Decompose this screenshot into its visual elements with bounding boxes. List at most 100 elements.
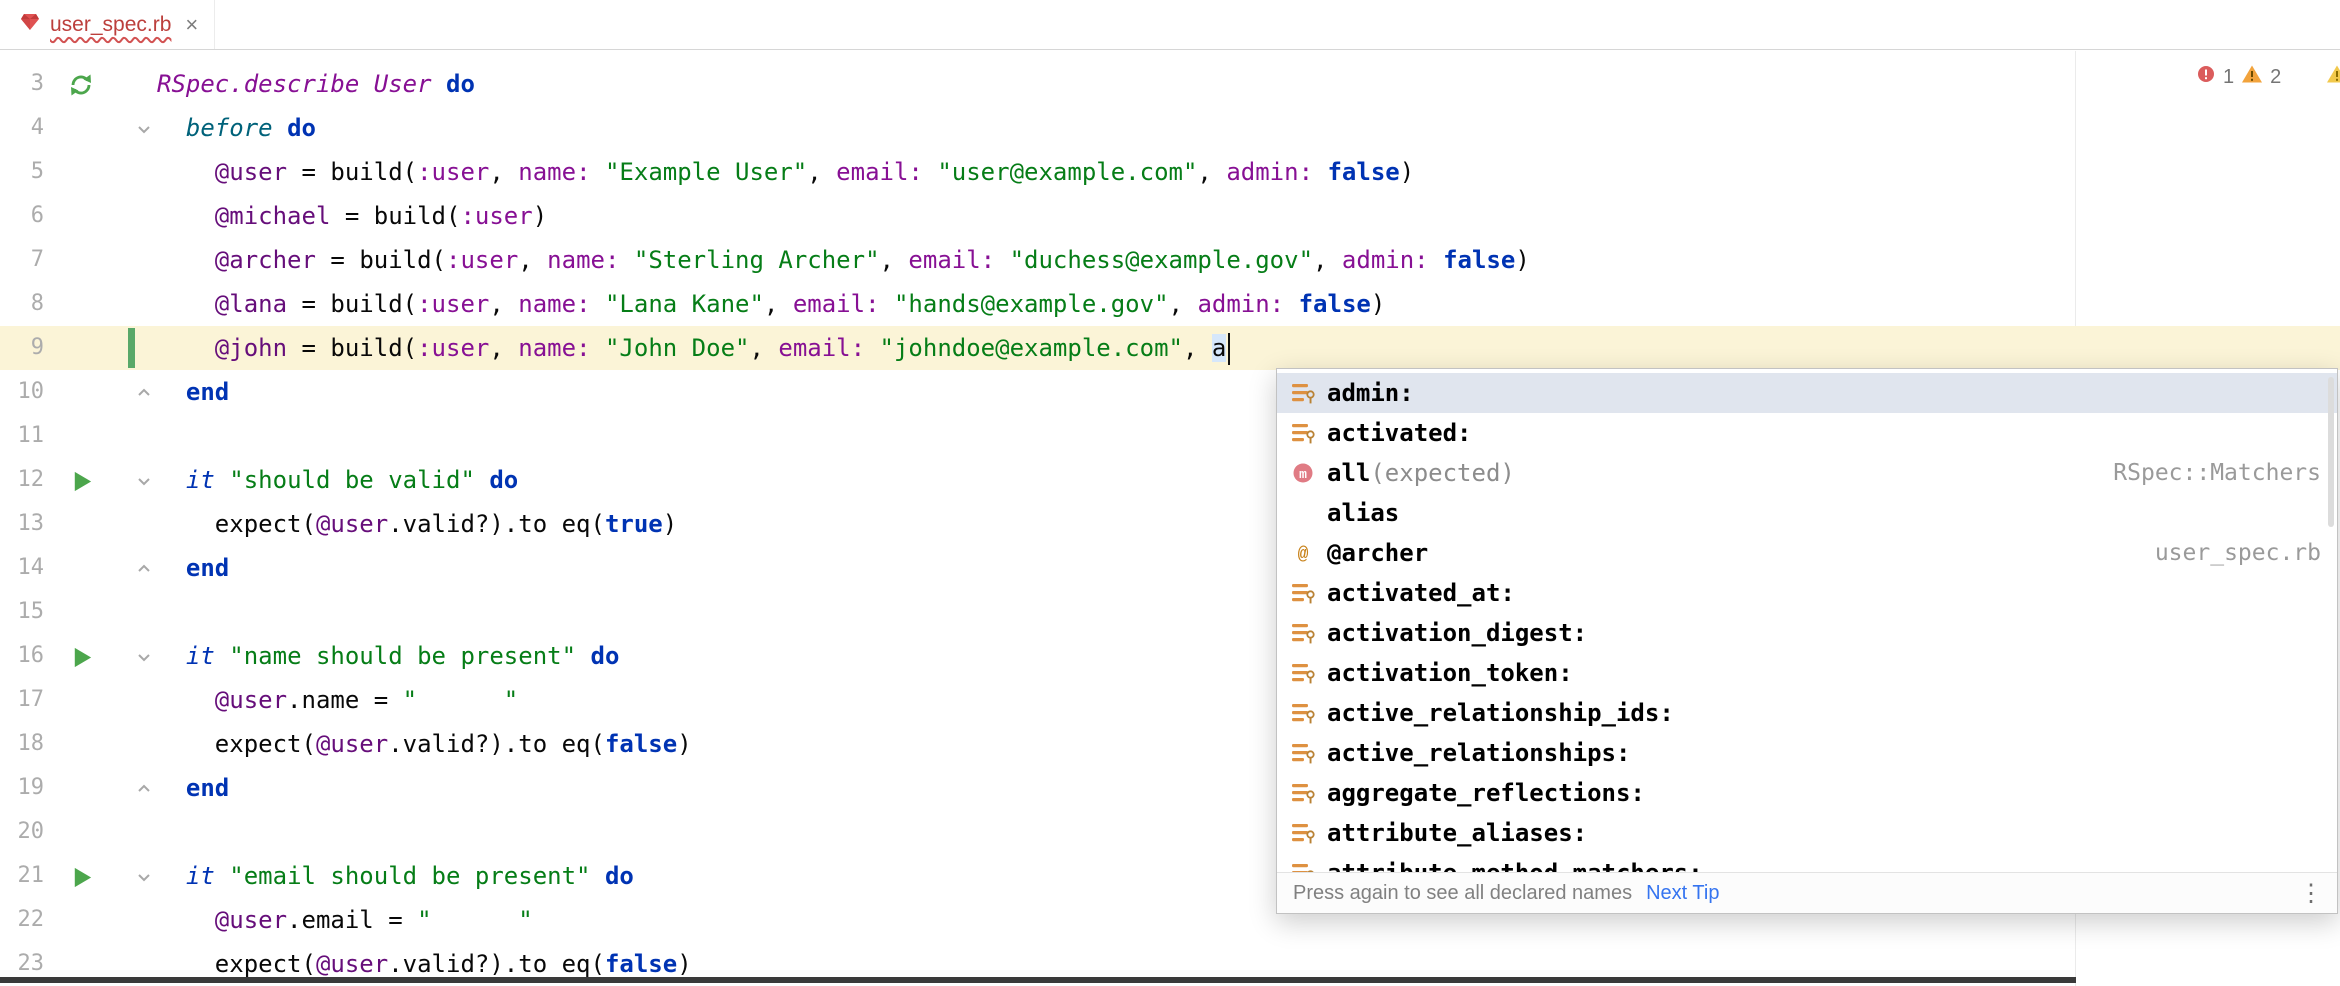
parameter-icon [1287, 580, 1319, 606]
code-line-8[interactable]: 8 @lana = build(:user, name: "Lana Kane"… [0, 282, 2340, 326]
next-tip-link[interactable]: Next Tip [1646, 882, 1719, 905]
inspections-widget[interactable]: 1 2 [2196, 64, 2281, 90]
code-text: end [157, 546, 229, 590]
tab-user-spec[interactable]: user_spec.rb × [0, 0, 215, 49]
code-text: expect(@user.valid?).to eq(true) [157, 502, 677, 546]
code-text: @lana = build(:user, name: "Lana Kane", … [157, 282, 1385, 326]
completion-item-activation_digest[interactable]: activation_digest: [1277, 613, 2337, 653]
completion-item-admin[interactable]: admin: [1277, 373, 2337, 413]
completion-item-activated[interactable]: activated: [1277, 413, 2337, 453]
fold-marker-icon[interactable] [131, 458, 157, 502]
line-number[interactable]: 14 [0, 546, 44, 590]
completion-item-all[interactable]: mall(expected)RSpec::Matchers [1277, 453, 2337, 493]
warning-icon [2241, 64, 2263, 90]
fold-marker-icon[interactable] [131, 766, 157, 810]
code-text: @user.name = " " [157, 678, 518, 722]
code-text: end [157, 766, 229, 810]
completion-item-label: aggregate_reflections: [1327, 779, 1645, 807]
run-test-icon[interactable] [64, 458, 98, 502]
code-text: expect(@user.valid?).to eq(false) [157, 722, 692, 766]
completion-item-active_relationships[interactable]: active_relationships: [1277, 733, 2337, 773]
line-number[interactable]: 13 [0, 502, 44, 546]
parameter-icon [1287, 380, 1319, 406]
run-test-icon[interactable] [64, 854, 98, 898]
code-line-4[interactable]: 4 before do [0, 106, 2340, 150]
line-number[interactable]: 3 [0, 62, 44, 106]
completion-item-attribute_method_matchers[interactable]: attribute_method_matchers: [1277, 853, 2337, 872]
completion-item-label: activated_at: [1327, 579, 1515, 607]
completion-item-@archer[interactable]: @@archeruser_spec.rb [1277, 533, 2337, 573]
fold-marker-icon[interactable] [131, 634, 157, 678]
code-text: it "should be valid" do [157, 458, 518, 502]
completion-item-attribute_aliases[interactable]: attribute_aliases: [1277, 813, 2337, 853]
code-line-9[interactable]: 9 @john = build(:user, name: "John Doe",… [0, 326, 2340, 370]
popup-hint-text: Press again to see all declared names [1293, 882, 1632, 905]
parameter-icon [1287, 620, 1319, 646]
parameter-icon [1287, 420, 1319, 446]
code-text: @archer = build(:user, name: "Sterling A… [157, 238, 1530, 282]
parameter-icon [1287, 700, 1319, 726]
fold-marker-icon[interactable] [131, 546, 157, 590]
vcs-change-marker [128, 328, 135, 368]
parameter-icon [1287, 860, 1319, 872]
fold-marker-icon[interactable] [131, 106, 157, 150]
line-number[interactable]: 18 [0, 722, 44, 766]
completion-item-origin: RSpec::Matchers [2093, 460, 2321, 486]
line-number[interactable]: 21 [0, 854, 44, 898]
parameter-icon [1287, 780, 1319, 806]
line-number[interactable]: 7 [0, 238, 44, 282]
line-number[interactable]: 8 [0, 282, 44, 326]
line-number[interactable]: 16 [0, 634, 44, 678]
line-number[interactable]: 4 [0, 106, 44, 150]
code-text: @michael = build(:user) [157, 194, 547, 238]
line-number[interactable]: 6 [0, 194, 44, 238]
tab-title: user_spec.rb [50, 13, 171, 37]
completion-popup: admin:activated:mall(expected)RSpec::Mat… [1276, 368, 2338, 914]
code-line-5[interactable]: 5 @user = build(:user, name: "Example Us… [0, 150, 2340, 194]
line-number[interactable]: 19 [0, 766, 44, 810]
completion-item-label: activation_token: [1327, 659, 1573, 687]
line-number[interactable]: 12 [0, 458, 44, 502]
line-number[interactable]: 11 [0, 414, 44, 458]
parameter-icon [1287, 820, 1319, 846]
line-number[interactable]: 5 [0, 150, 44, 194]
completion-list: admin:activated:mall(expected)RSpec::Mat… [1277, 369, 2337, 872]
parameter-icon [1287, 740, 1319, 766]
error-count: 1 [2223, 66, 2234, 89]
svg-text:m: m [1299, 467, 1307, 482]
line-number[interactable]: 17 [0, 678, 44, 722]
completion-item-label: active_relationships: [1327, 739, 1630, 767]
run-test-icon[interactable] [64, 634, 98, 678]
popup-footer: Press again to see all declared names Ne… [1277, 872, 2337, 913]
completion-item-aggregate_reflections[interactable]: aggregate_reflections: [1277, 773, 2337, 813]
completion-item-active_relationship_ids[interactable]: active_relationship_ids: [1277, 693, 2337, 733]
completion-item-label: activated: [1327, 419, 1472, 447]
completion-item-activated_at[interactable]: activated_at: [1277, 573, 2337, 613]
line-number[interactable]: 22 [0, 898, 44, 942]
code-text: end [157, 370, 229, 414]
line-number[interactable]: 9 [0, 326, 44, 370]
kebab-menu-icon[interactable]: ⋮ [2299, 879, 2321, 908]
popup-scrollbar[interactable] [2328, 377, 2334, 527]
parameter-icon [1287, 660, 1319, 686]
line-number[interactable]: 20 [0, 810, 44, 854]
code-line-6[interactable]: 6 @michael = build(:user) [0, 194, 2340, 238]
close-tab-icon[interactable]: × [185, 14, 198, 36]
code-text: RSpec.describe User do [157, 62, 475, 106]
completion-item-activation_token[interactable]: activation_token: [1277, 653, 2337, 693]
bottom-panel-border [0, 977, 2076, 983]
fold-marker-icon[interactable] [131, 370, 157, 414]
code-text: @user = build(:user, name: "Example User… [157, 150, 1414, 194]
run-all-tests-icon[interactable] [64, 62, 98, 106]
text-caret [1228, 333, 1230, 365]
fold-marker-icon[interactable] [131, 854, 157, 898]
completion-item-label: admin: [1327, 379, 1414, 407]
code-text: it "name should be present" do [157, 634, 619, 678]
line-number[interactable]: 15 [0, 590, 44, 634]
line-number[interactable]: 10 [0, 370, 44, 414]
completion-item-alias[interactable]: alias [1277, 493, 2337, 533]
completion-item-label: all [1327, 459, 1370, 487]
code-text: @john = build(:user, name: "John Doe", e… [157, 326, 1230, 370]
code-line-7[interactable]: 7 @archer = build(:user, name: "Sterling… [0, 238, 2340, 282]
code-line-3[interactable]: 3 RSpec.describe User do [0, 62, 2340, 106]
